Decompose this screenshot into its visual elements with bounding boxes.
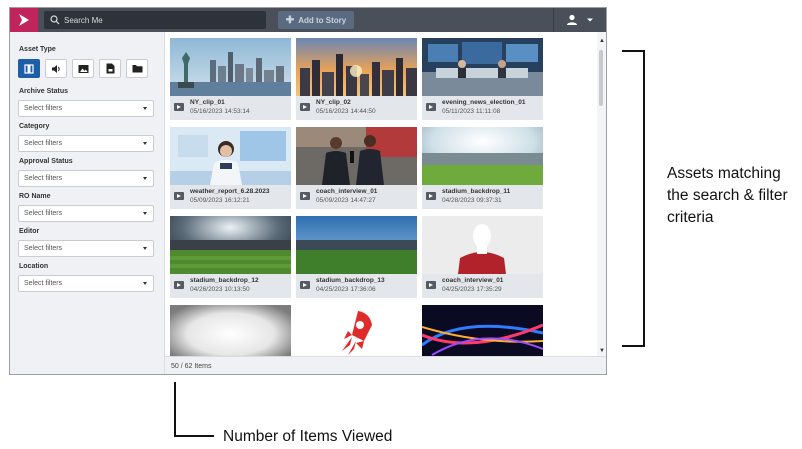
callout-items-viewed: Number of Items Viewed: [223, 428, 393, 445]
callout-assets-matching: Assets matching the search & filter crit…: [667, 165, 788, 226]
